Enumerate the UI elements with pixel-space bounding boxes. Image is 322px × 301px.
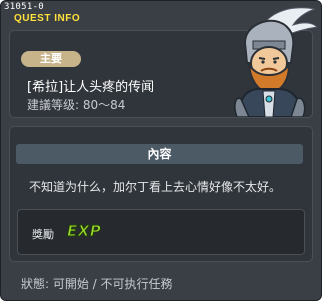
reward-label: 獎勵 [32, 228, 54, 241]
reward-box [17, 209, 305, 255]
content-header: 內容 [16, 144, 303, 164]
exp-reward-icon: EXP [66, 222, 102, 241]
quest-info-window: 31051-0 QUEST INFO 主要 [希拉]让人头疼的传闻 建議等级: … [0, 0, 322, 301]
window-title: QUEST INFO [14, 13, 81, 24]
quest-type-tag: 主要 [21, 51, 81, 67]
knight-npc-portrait-icon [234, 7, 319, 117]
quest-name: [希拉]让人头疼的传闻 [27, 80, 155, 95]
quest-id: 31051-0 [4, 2, 45, 12]
recommended-level: 建議等级: 80～84 [27, 98, 126, 112]
quest-description: 不知道为什么，加尔丁看上去心情好像不太好。 [29, 180, 282, 194]
quest-status: 狀態: 可開始 / 不可执行任務 [21, 277, 173, 291]
